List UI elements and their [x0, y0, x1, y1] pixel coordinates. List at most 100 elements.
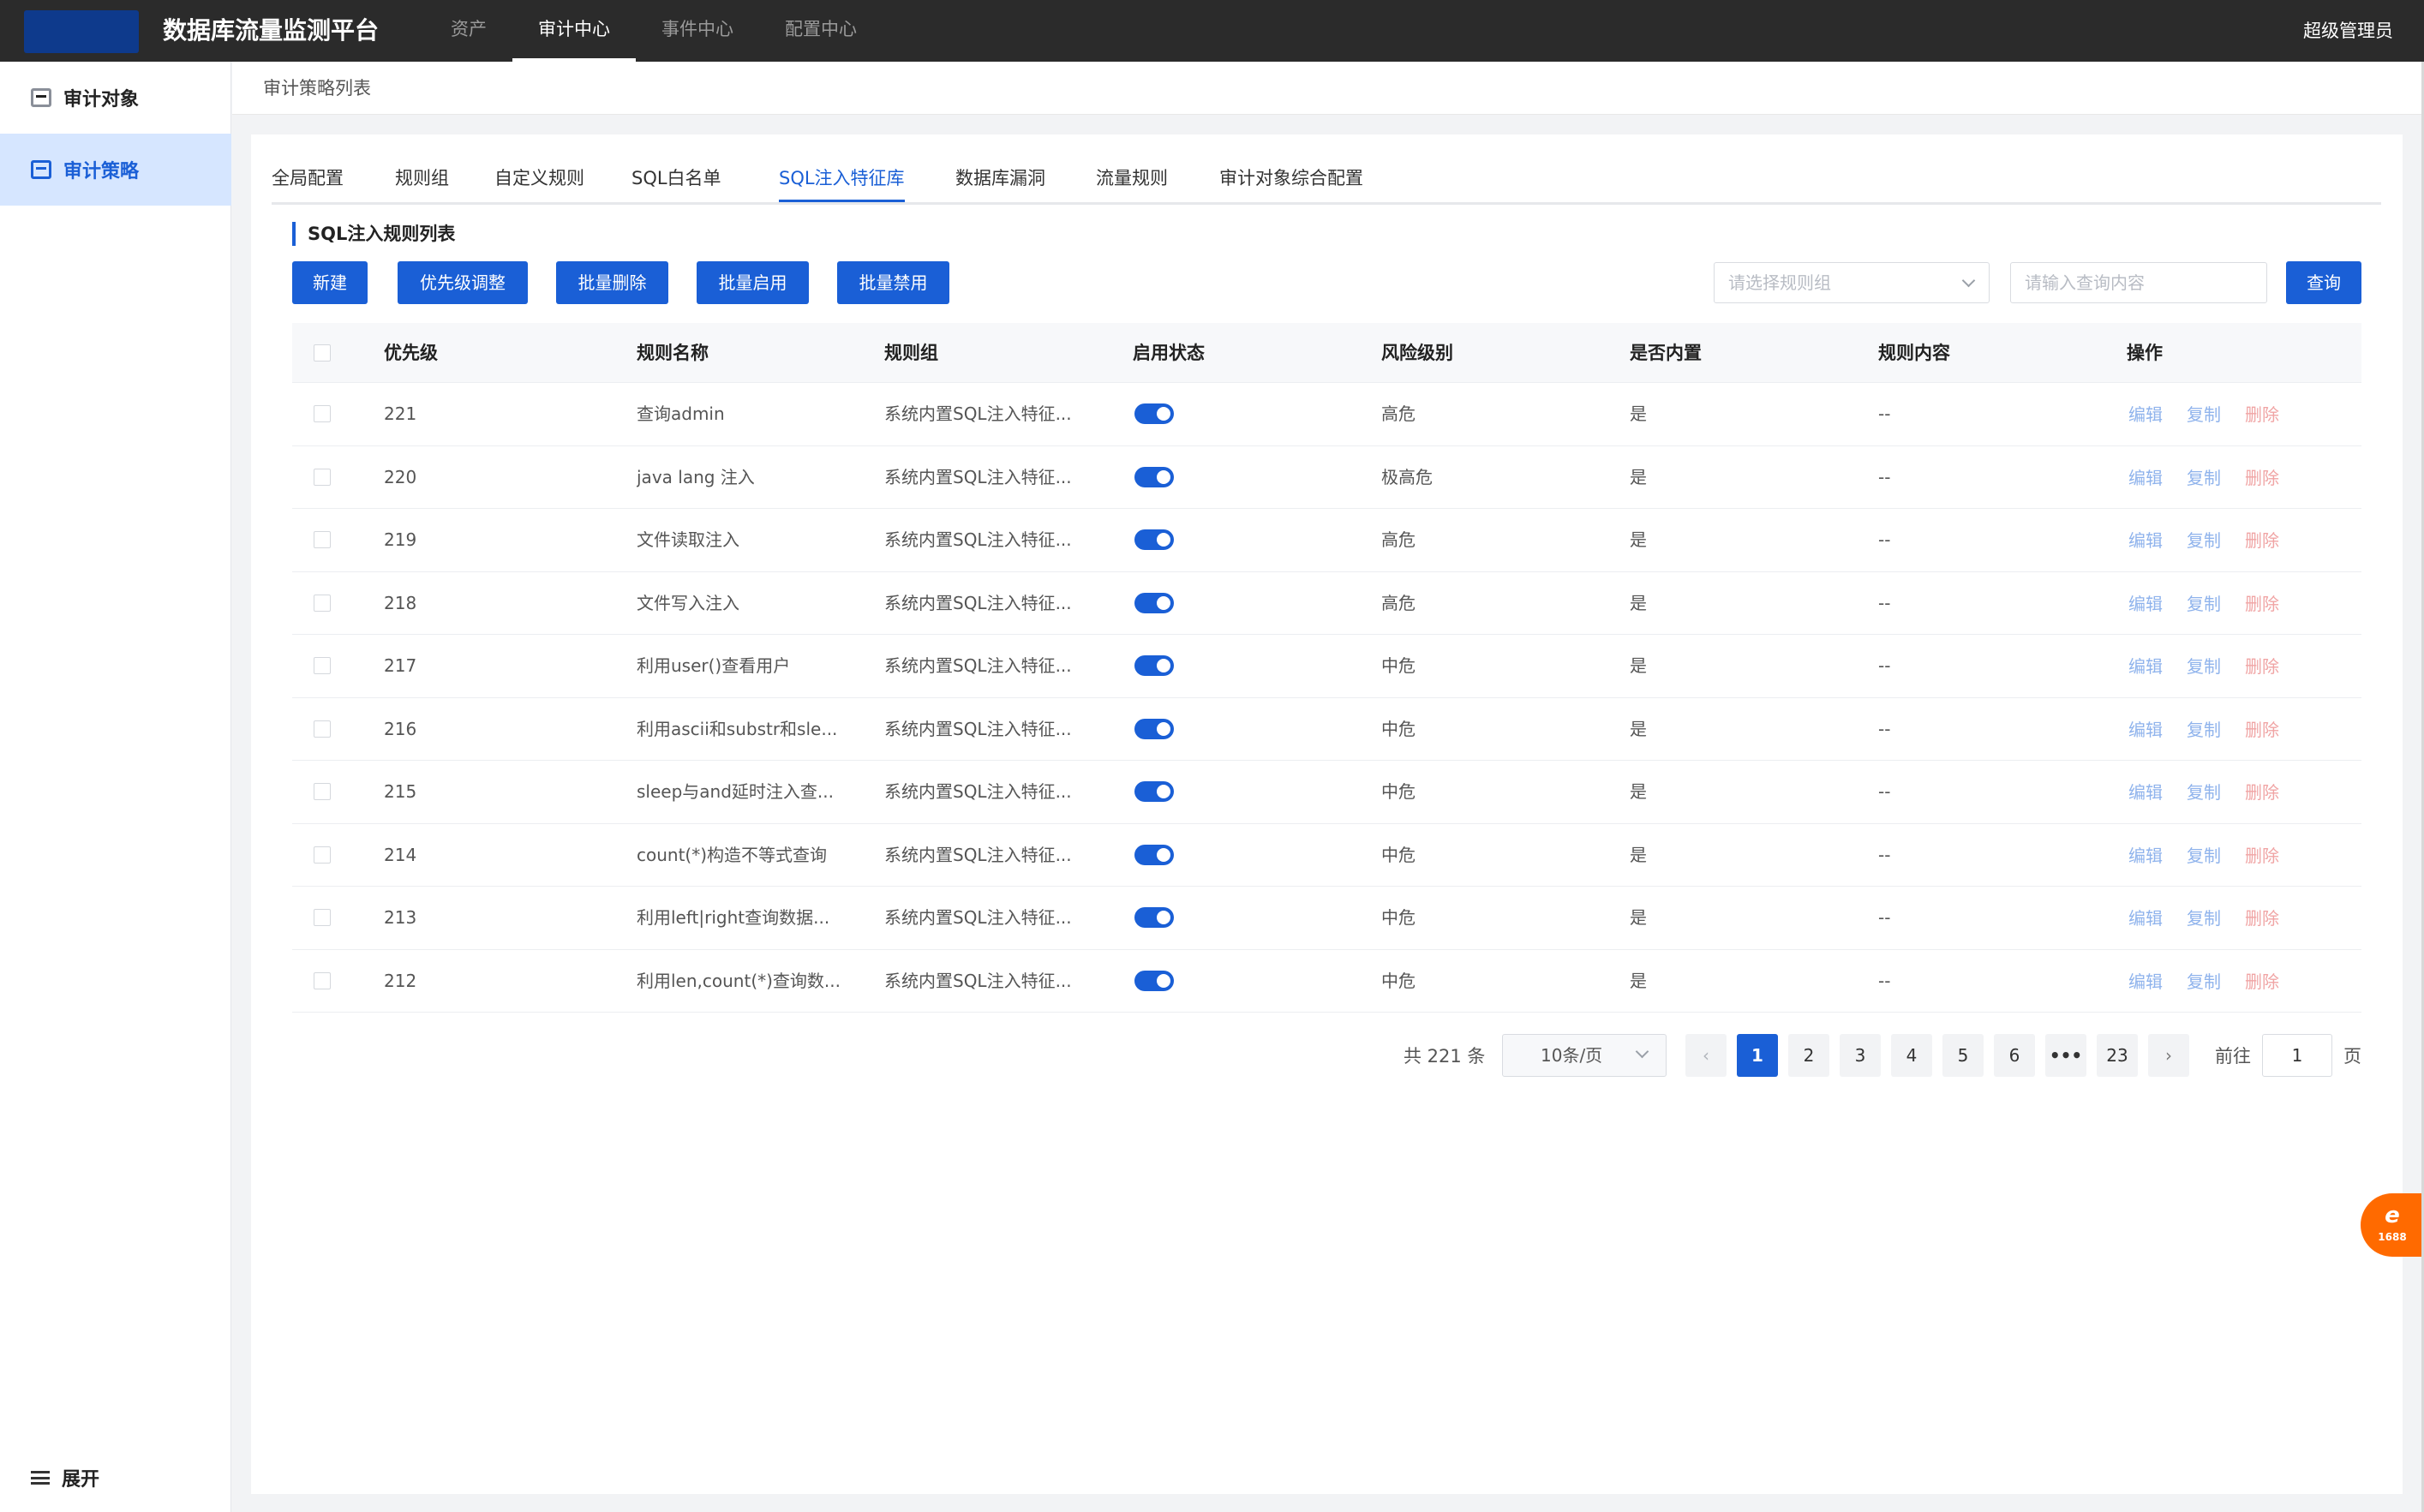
- tab-rule-group[interactable]: 规则组: [395, 165, 449, 200]
- delete-link[interactable]: 删除: [2245, 950, 2279, 1014]
- row-checkbox[interactable]: [314, 468, 331, 486]
- copy-link[interactable]: 复制: [2187, 572, 2221, 636]
- edit-link[interactable]: 编辑: [2128, 446, 2163, 511]
- more-pages-button[interactable]: •••: [2045, 1034, 2086, 1077]
- copy-link[interactable]: 复制: [2187, 509, 2221, 573]
- page-button[interactable]: 4: [1891, 1034, 1932, 1077]
- status-toggle[interactable]: [1134, 403, 1174, 424]
- tab-traffic-rule[interactable]: 流量规则: [1096, 165, 1168, 200]
- page-size-select[interactable]: 10条/页: [1502, 1034, 1667, 1077]
- copy-link[interactable]: 复制: [2187, 635, 2221, 699]
- next-page-button[interactable]: ›: [2148, 1034, 2189, 1077]
- edit-link[interactable]: 编辑: [2128, 383, 2163, 447]
- tab-db-vulnerability[interactable]: 数据库漏洞: [955, 165, 1045, 200]
- delete-link[interactable]: 删除: [2245, 761, 2279, 825]
- edit-link[interactable]: 编辑: [2128, 824, 2163, 888]
- page-button[interactable]: 5: [1942, 1034, 1984, 1077]
- status-toggle[interactable]: [1134, 655, 1174, 676]
- page-button[interactable]: 3: [1840, 1034, 1881, 1077]
- cell-rule-group: 系统内置SQL注入特征...: [884, 781, 1072, 802]
- delete-link[interactable]: 删除: [2245, 824, 2279, 888]
- delete-link[interactable]: 删除: [2245, 887, 2279, 951]
- floating-service-badge[interactable]: e 1688: [2361, 1193, 2424, 1257]
- row-checkbox[interactable]: [314, 657, 331, 674]
- row-checkbox[interactable]: [314, 720, 331, 738]
- copy-link[interactable]: 复制: [2187, 446, 2221, 511]
- rule-group-select-input[interactable]: [1715, 263, 1989, 302]
- page-button[interactable]: 2: [1788, 1034, 1829, 1077]
- tab-global-config[interactable]: 全局配置: [272, 165, 344, 200]
- status-toggle[interactable]: [1134, 718, 1174, 739]
- top-nav-assets[interactable]: 资产: [425, 0, 512, 62]
- edit-link[interactable]: 编辑: [2128, 572, 2163, 636]
- sidebar-item-audit-object[interactable]: 审计对象: [0, 62, 231, 134]
- edit-link[interactable]: 编辑: [2128, 887, 2163, 951]
- edit-link[interactable]: 编辑: [2128, 950, 2163, 1014]
- status-toggle[interactable]: [1134, 970, 1174, 991]
- tab-audit-object-config[interactable]: 审计对象综合配置: [1219, 165, 1363, 200]
- batch-delete-button[interactable]: 批量删除: [556, 261, 668, 304]
- tab-custom-rule[interactable]: 自定义规则: [494, 165, 584, 200]
- cell-rule-group: 系统内置SQL注入特征...: [884, 907, 1072, 928]
- status-toggle[interactable]: [1134, 907, 1174, 928]
- search-input[interactable]: [2010, 262, 2267, 303]
- status-toggle[interactable]: [1134, 529, 1174, 550]
- page-button[interactable]: 23: [2097, 1034, 2138, 1077]
- edit-link[interactable]: 编辑: [2128, 698, 2163, 762]
- top-nav-audit-center[interactable]: 审计中心: [512, 0, 636, 62]
- row-checkbox[interactable]: [314, 405, 331, 422]
- row-checkbox[interactable]: [314, 909, 331, 926]
- table-row: 217 利用user()查看用户 系统内置SQL注入特征... 中危 是 -- 编辑 复制 删除: [292, 635, 2361, 698]
- row-checkbox[interactable]: [314, 783, 331, 800]
- copy-link[interactable]: 复制: [2187, 950, 2221, 1014]
- status-toggle[interactable]: [1134, 466, 1174, 487]
- row-checkbox[interactable]: [314, 846, 331, 864]
- select-all-checkbox[interactable]: [314, 344, 331, 362]
- delete-link[interactable]: 删除: [2245, 572, 2279, 636]
- batch-disable-button[interactable]: 批量禁用: [837, 261, 949, 304]
- header-rule-name: 规则名称: [637, 343, 709, 363]
- copy-link[interactable]: 复制: [2187, 824, 2221, 888]
- delete-link[interactable]: 删除: [2245, 509, 2279, 573]
- sidebar-expand-button[interactable]: 展开: [31, 1464, 99, 1491]
- priority-adjust-button[interactable]: 优先级调整: [398, 261, 528, 304]
- page-button[interactable]: 1: [1737, 1034, 1778, 1077]
- new-button[interactable]: 新建: [292, 261, 368, 304]
- goto-page-input[interactable]: [2262, 1034, 2332, 1077]
- tab-sql-whitelist[interactable]: SQL白名单: [631, 165, 721, 200]
- delete-link[interactable]: 删除: [2245, 698, 2279, 762]
- status-toggle[interactable]: [1134, 781, 1174, 802]
- row-checkbox[interactable]: [314, 531, 331, 548]
- edit-link[interactable]: 编辑: [2128, 635, 2163, 699]
- status-toggle[interactable]: [1134, 592, 1174, 613]
- batch-enable-button[interactable]: 批量启用: [697, 261, 809, 304]
- prev-page-button[interactable]: ‹: [1685, 1034, 1727, 1077]
- status-toggle[interactable]: [1134, 844, 1174, 865]
- rule-group-select[interactable]: [1714, 262, 1990, 303]
- page-button[interactable]: 6: [1994, 1034, 2035, 1077]
- top-nav-config-center[interactable]: 配置中心: [759, 0, 883, 62]
- row-checkbox[interactable]: [314, 971, 331, 989]
- rules-table: 优先级 规则名称 规则组 启用状态 风险级别 是否内置 规则内容 操作 221 查…: [292, 323, 2361, 1013]
- cell-builtin: 是: [1630, 970, 1647, 991]
- cell-rule-name: 文件写入注入: [637, 592, 739, 613]
- query-button[interactable]: 查询: [2286, 261, 2361, 304]
- sidebar-item-audit-policy[interactable]: 审计策略: [0, 134, 231, 206]
- copy-link[interactable]: 复制: [2187, 887, 2221, 951]
- row-checkbox[interactable]: [314, 594, 331, 612]
- delete-link[interactable]: 删除: [2245, 635, 2279, 699]
- chevron-down-icon: [1635, 1044, 1649, 1059]
- tab-sql-injection-library[interactable]: SQL注入特征库: [779, 165, 905, 202]
- edit-link[interactable]: 编辑: [2128, 761, 2163, 825]
- main-card: 全局配置 规则组 自定义规则 SQL白名单 SQL注入特征库 数据库漏洞 流量规…: [251, 134, 2403, 1494]
- edit-link[interactable]: 编辑: [2128, 509, 2163, 573]
- delete-link[interactable]: 删除: [2245, 446, 2279, 511]
- top-nav-event-center[interactable]: 事件中心: [636, 0, 759, 62]
- cell-priority: 220: [384, 466, 417, 487]
- search-field[interactable]: [2011, 263, 2266, 302]
- delete-link[interactable]: 删除: [2245, 383, 2279, 447]
- copy-link[interactable]: 复制: [2187, 383, 2221, 447]
- copy-link[interactable]: 复制: [2187, 761, 2221, 825]
- copy-link[interactable]: 复制: [2187, 698, 2221, 762]
- user-menu[interactable]: 超级管理员: [2303, 19, 2393, 43]
